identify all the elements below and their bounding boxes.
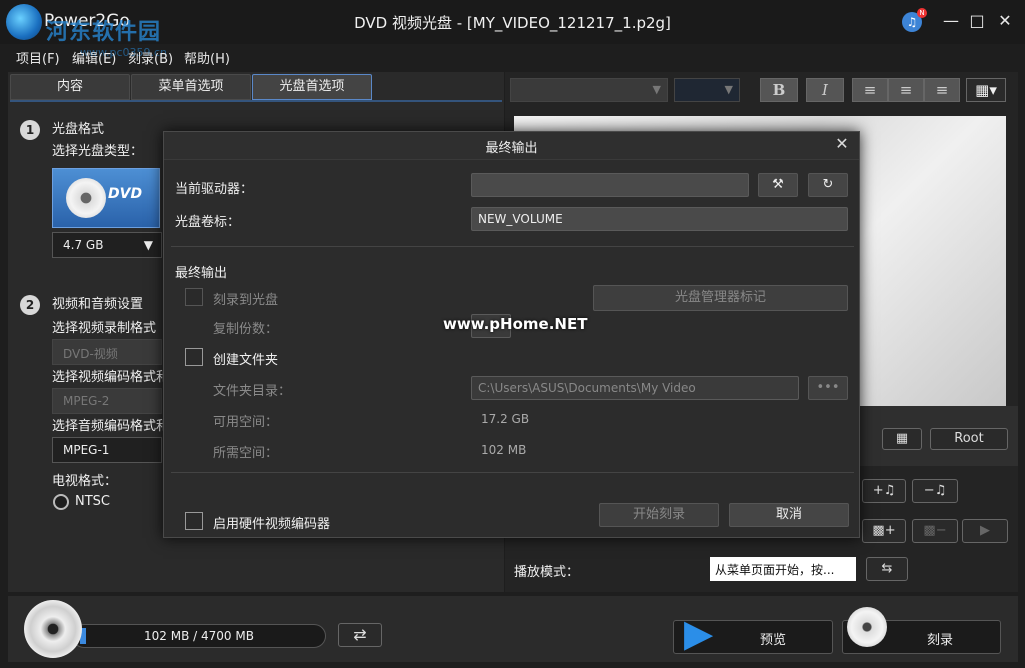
copies-label: 复制份数： (213, 322, 279, 337)
disc-manager-button[interactable]: 光盘管理器标记 (593, 285, 848, 311)
disc-icon (66, 178, 106, 218)
bold-button[interactable]: B (760, 78, 798, 102)
add-music-icon[interactable]: +♫ (862, 479, 906, 503)
hw-encoder-checkbox[interactable] (185, 512, 203, 530)
drive-tools-icon[interactable]: ⚒ (758, 173, 798, 197)
start-burn-button[interactable]: 开始刻录 (599, 503, 719, 527)
align-right-icon[interactable]: ≡ (924, 78, 960, 102)
notification-badge: N (917, 8, 927, 18)
dialog-close-icon[interactable]: ✕ (832, 134, 852, 154)
ntsc-radio[interactable] (53, 494, 69, 510)
dialog-title: 最终输出 (485, 141, 538, 156)
capacity-text: 102 MB / 4700 MB (144, 629, 254, 643)
tab-menu-preferences[interactable]: 菜单首选项 (131, 74, 251, 100)
font-size-select[interactable]: ▼ (674, 78, 740, 102)
menu-project[interactable]: 项目(F) (16, 48, 60, 67)
watermark-overlay: www.pHome.NET (443, 315, 588, 333)
drive-select[interactable] (471, 173, 749, 197)
av-settings-title: 视频和音频设置 (52, 297, 144, 312)
playmode-settings-icon[interactable]: ⇆ (866, 557, 908, 581)
tab-disc-preferences[interactable]: 光盘首选项 (252, 74, 372, 100)
playmode-select[interactable]: 从菜单页面开始，按... (710, 557, 856, 581)
ntsc-label: NTSC (75, 494, 110, 509)
output-section-title: 最终输出 (175, 266, 228, 281)
remove-music-icon[interactable]: −♫ (912, 479, 958, 503)
playmode-label: 播放模式： (514, 565, 580, 580)
align-center-icon[interactable]: ≡ (888, 78, 924, 102)
remove-chapter-icon[interactable]: ▩− (912, 519, 958, 543)
video-format-label: 选择视频录制格式 (52, 321, 157, 336)
play-triangle-icon: ▶ (684, 611, 714, 655)
cancel-button[interactable]: 取消 (729, 503, 849, 527)
volume-label: 光盘卷标： (175, 215, 241, 230)
italic-button[interactable]: I (806, 78, 844, 102)
folder-dir-label: 文件夹目录： (213, 384, 292, 399)
tv-format-label: 电视格式： (52, 474, 118, 489)
free-space-value: 17.2 GB (481, 412, 530, 426)
chevron-down-icon: ▼ (143, 238, 153, 252)
add-chapter-icon[interactable]: ▩+ (862, 519, 906, 543)
disc-size-value: 4.7 GB (63, 238, 104, 252)
required-space-label: 所需空间： (213, 446, 279, 461)
step-number-1: 1 (20, 120, 40, 140)
burn-button[interactable]: 刻录 (842, 607, 1001, 654)
hw-encoder-label: 启用硬件视频编码器 (213, 517, 331, 532)
burn-to-disc-checkbox[interactable] (185, 288, 203, 306)
disc-format-title: 光盘格式 (52, 122, 105, 137)
tab-content[interactable]: 内容 (10, 74, 130, 100)
free-space-label: 可用空间： (213, 415, 279, 430)
create-folder-label: 创建文件夹 (213, 353, 279, 368)
layout-grid-icon[interactable]: ▦▾ (966, 78, 1006, 102)
root-button[interactable]: Root (930, 428, 1008, 450)
font-family-select[interactable]: ▼ (510, 78, 668, 102)
divider (171, 246, 854, 247)
safe-zone-icon[interactable]: ▦ (882, 428, 922, 450)
preview-button[interactable]: ▶ 预览 (673, 611, 833, 655)
drive-label: 当前驱动器： (175, 182, 254, 197)
step-number-2: 2 (20, 295, 40, 315)
burn-label: 刻录 (927, 633, 954, 648)
required-space-value: 102 MB (481, 443, 527, 457)
create-folder-checkbox[interactable] (185, 348, 203, 366)
minimize-icon[interactable]: — (940, 10, 962, 32)
video-format-select[interactable]: DVD-视频 (52, 339, 162, 365)
folder-dir-input[interactable]: C:\Users\ASUS\Documents\My Video (471, 376, 799, 400)
burn-to-disc-label: 刻录到光盘 (213, 293, 279, 308)
play-icon[interactable]: ▶ (962, 519, 1008, 543)
disc-type-label: 选择光盘类型： (52, 144, 144, 159)
audio-codec-label: 选择音频编码格式和 (52, 419, 170, 434)
maximize-icon[interactable]: □ (966, 10, 988, 32)
menu-edit[interactable]: 编辑(E) (72, 48, 116, 67)
chevron-down-icon: ▼ (724, 83, 733, 96)
preview-label: 预览 (760, 633, 787, 648)
tab-underline (10, 100, 502, 102)
window-title: DVD 视频光盘 - [MY_VIDEO_121217_1.p2g] (354, 14, 671, 32)
video-codec-select[interactable]: MPEG-2 (52, 388, 162, 414)
chevron-down-icon: ▼ (652, 83, 661, 96)
video-codec-label: 选择视频编码格式和 (52, 370, 170, 385)
close-icon[interactable]: ✕ (994, 10, 1016, 32)
refresh-icon[interactable]: ↻ (808, 173, 848, 197)
dvd-logo: DVD (108, 186, 143, 202)
disc-size-select[interactable]: 4.7 GB ▼ (52, 232, 162, 258)
audio-codec-select[interactable]: MPEG-1 (52, 437, 162, 463)
burn-disc-icon (847, 607, 887, 647)
volume-input[interactable]: NEW_VOLUME (471, 207, 848, 231)
menu-help[interactable]: 帮助(H) (184, 48, 230, 67)
browse-button[interactable]: ••• (808, 376, 848, 400)
align-left-icon[interactable]: ≡ (852, 78, 888, 102)
divider (171, 472, 854, 473)
menu-burn[interactable]: 刻录(B) (128, 48, 173, 67)
swap-icon[interactable]: ⇄ (338, 623, 382, 647)
